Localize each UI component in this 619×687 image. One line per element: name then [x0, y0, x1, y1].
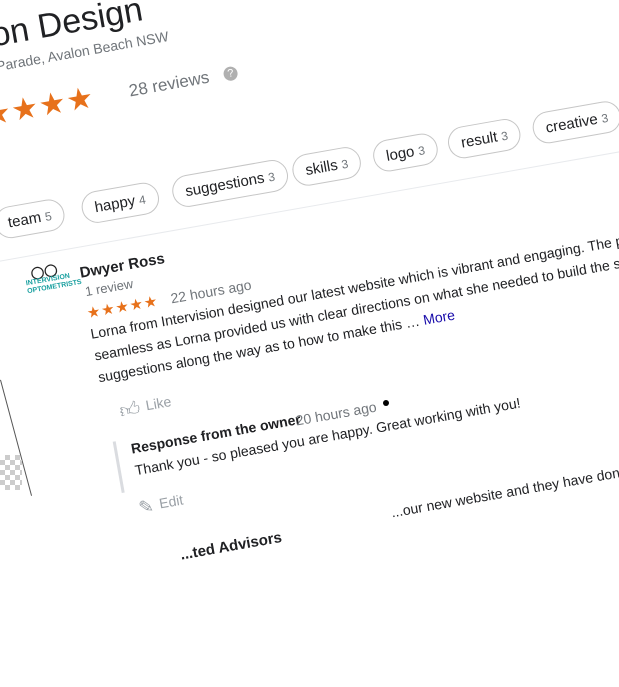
chip-label: happy	[93, 192, 137, 217]
owner-response-bar	[112, 441, 125, 493]
more-link[interactable]: More	[422, 307, 456, 328]
help-icon[interactable]: ?	[222, 65, 239, 82]
reviews-panel: vision Design Avalon Parade, Avalon Beac…	[0, 0, 619, 685]
filter-chip-creative[interactable]: creative3	[530, 98, 619, 146]
edit-label: Edit	[157, 491, 185, 512]
chip-label: logo	[384, 143, 416, 165]
thumbs-up-icon: 👍︎	[117, 397, 143, 423]
transparency-checker	[0, 455, 22, 490]
filter-chip-logo[interactable]: logo3	[370, 131, 441, 174]
like-button[interactable]: 👍︎ Like	[118, 391, 174, 424]
avatar[interactable]: ◯◯ INTERVISION OPTOMETRISTS	[23, 262, 82, 308]
chip-count: 3	[340, 156, 350, 172]
overall-rating-stars: ★★★★★	[0, 81, 97, 138]
review-count-label[interactable]: 28 reviews	[127, 68, 210, 101]
edit-button[interactable]: ✎ Edit	[137, 491, 185, 520]
filter-chip-result[interactable]: result3	[445, 116, 524, 161]
pencil-icon: ✎	[136, 495, 156, 519]
filter-chip-suggestions[interactable]: suggestions3	[169, 157, 291, 210]
like-label: Like	[144, 393, 173, 414]
next-reviewer-name[interactable]: ...ted Advisors	[179, 529, 283, 564]
chip-count: 3	[600, 110, 610, 126]
chip-count: 3	[500, 128, 510, 144]
filter-chip-skills[interactable]: skills3	[289, 144, 364, 189]
chip-count: 4	[137, 192, 147, 208]
filter-chip-team[interactable]: team5	[0, 196, 68, 241]
chip-label: skills	[304, 156, 340, 180]
cursor-dot	[383, 400, 389, 406]
chip-label: team	[6, 208, 43, 232]
chip-count: 3	[417, 143, 427, 159]
chip-count: 3	[267, 169, 277, 185]
chip-label: result	[459, 128, 499, 152]
chip-label: creative	[544, 110, 600, 137]
filter-chip-happy[interactable]: happy4	[79, 180, 162, 226]
review-count[interactable]: 28 reviews ?	[127, 63, 239, 102]
next-review-text: ...our new website and they have done a …	[389, 446, 619, 521]
chip-label: suggestions	[183, 169, 266, 201]
chip-count: 5	[43, 209, 53, 224]
